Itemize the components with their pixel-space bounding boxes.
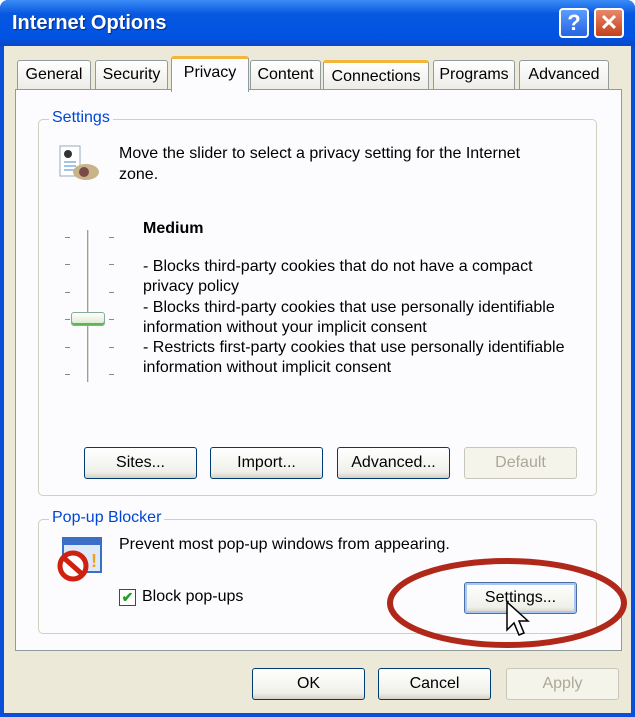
slider-tick: [109, 319, 114, 321]
mouse-cursor-icon: [506, 600, 530, 636]
settings-description: Move the slider to select a privacy sett…: [119, 145, 521, 183]
settings-group-label: Settings: [49, 109, 113, 127]
privacy-icon: [59, 145, 99, 180]
privacy-level-name: Medium: [143, 220, 204, 237]
privacy-slider[interactable]: [59, 220, 119, 382]
slider-tick: [109, 346, 114, 348]
slider-tick: [109, 237, 114, 238]
cancel-button[interactable]: Cancel: [378, 668, 491, 700]
slider-tick: [65, 319, 70, 321]
window-title: Internet Options: [12, 12, 167, 34]
close-button[interactable]: ✕: [594, 8, 624, 38]
tab-general[interactable]: General: [17, 60, 91, 90]
default-button: Default: [464, 447, 577, 479]
slider-tick: [109, 291, 114, 293]
apply-button: Apply: [506, 668, 619, 700]
help-button[interactable]: ?: [559, 8, 589, 38]
detail-line: - Restricts first-party cookies that use…: [143, 339, 565, 377]
tab-advanced[interactable]: Advanced: [519, 60, 609, 90]
slider-tick: [65, 264, 70, 266]
slider-tick: [65, 291, 70, 293]
tab-privacy[interactable]: Privacy: [171, 56, 249, 92]
slider-tick: [65, 237, 70, 238]
privacy-level-details: - Blocks third-party cookies that do not…: [143, 257, 583, 379]
ok-button[interactable]: OK: [252, 668, 365, 700]
sites-button[interactable]: Sites...: [84, 447, 197, 479]
slider-track: [87, 230, 90, 382]
svg-text:!: !: [91, 551, 97, 571]
tab-security[interactable]: Security: [95, 60, 168, 90]
slider-thumb[interactable]: [71, 312, 105, 327]
popup-blocker-group-label: Pop-up Blocker: [49, 509, 165, 527]
slider-tick: [65, 374, 70, 375]
popup-blocker-icon: !: [57, 537, 102, 582]
detail-line: - Blocks third-party cookies that do not…: [143, 258, 533, 296]
advanced-button[interactable]: Advanced...: [337, 447, 450, 479]
tab-connections[interactable]: Connections: [323, 60, 429, 90]
block-popups-checkbox[interactable]: ✔ Block pop-ups: [119, 588, 243, 606]
settings-group: Settings Move the slider to select a pri…: [38, 109, 597, 496]
popup-description: Prevent most pop-up windows from appeari…: [119, 536, 450, 553]
tab-content[interactable]: Content: [250, 60, 321, 90]
tab-programs[interactable]: Programs: [433, 60, 515, 90]
block-popups-label: Block pop-ups: [142, 588, 244, 605]
title-bar[interactable]: Internet Options ? ✕: [0, 0, 635, 46]
slider-tick: [109, 264, 114, 266]
checkbox-check-icon[interactable]: ✔: [119, 588, 136, 606]
slider-tick: [65, 346, 70, 348]
import-button[interactable]: Import...: [210, 447, 323, 479]
slider-tick: [109, 374, 114, 375]
detail-line: - Blocks third-party cookies that use pe…: [143, 298, 555, 336]
